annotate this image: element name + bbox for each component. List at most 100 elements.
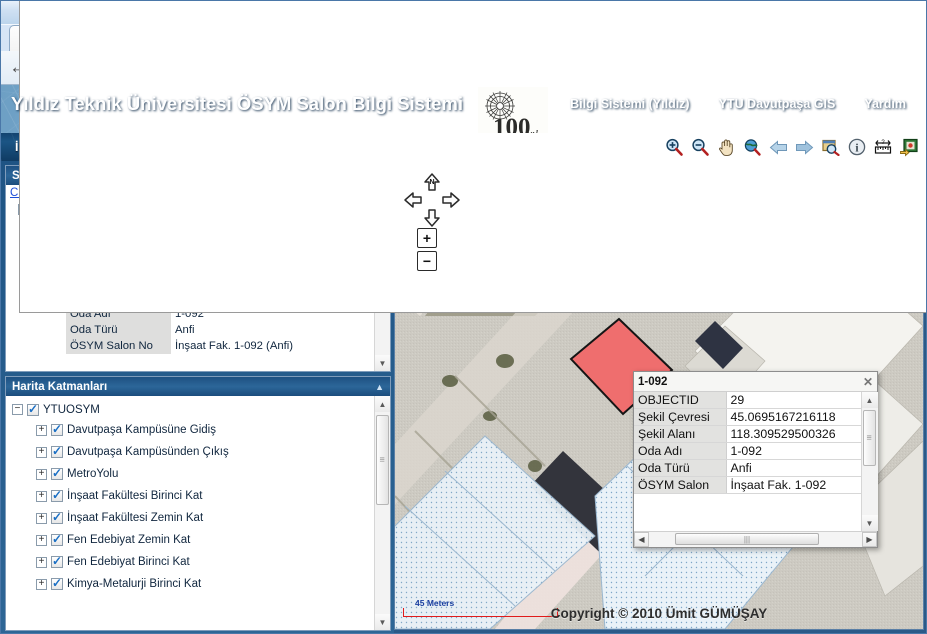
layer-checkbox[interactable]: [51, 422, 63, 436]
expander-icon[interactable]: +: [36, 512, 47, 524]
popup-body: OBJECTID 29 Şekil Çevresi 45.06951672161…: [634, 391, 878, 531]
layer-checkbox[interactable]: [51, 510, 63, 524]
close-icon[interactable]: ✕: [863, 375, 873, 389]
nav-link-yardim[interactable]: Yardım: [850, 97, 920, 111]
popup-header: 1-092 ✕: [634, 372, 877, 391]
layer-item-fen-edebiyat-zemin-kat[interactable]: + Fen Edebiyat Zemin Kat: [6, 529, 374, 551]
identify-tool[interactable]: i: [845, 136, 868, 158]
layer-checkbox[interactable]: [51, 444, 63, 458]
expander-icon[interactable]: +: [36, 556, 47, 568]
scroll-down-arrow-icon[interactable]: ▼: [861, 515, 878, 531]
layers-tree: − YTUOSYM + Davutpaşa Kampüsüne Gidiş: [6, 396, 374, 595]
scroll-right-arrow-icon[interactable]: ▶: [862, 532, 877, 547]
scroll-down-arrow-icon[interactable]: ▼: [374, 614, 390, 630]
scroll-up-arrow-icon[interactable]: ▲: [374, 396, 390, 412]
tree-node-label: Kimya-Metalurji Birinci Kat: [67, 578, 202, 590]
attribute-value: 118.309529500326: [726, 425, 861, 443]
svg-text:N: N: [429, 179, 434, 186]
feature-info-popup[interactable]: 1-092 ✕ OBJECTID 29 Şekil Çevresi 45.069…: [633, 371, 878, 548]
map-zoom-in-button[interactable]: +: [417, 228, 437, 248]
previous-extent-tool[interactable]: [767, 136, 790, 158]
tree-node-label: Fen Edebiyat Birinci Kat: [67, 556, 190, 568]
table-row: ÖSYM Salon İnşaat Fak. 1-092: [634, 476, 861, 494]
expander-icon[interactable]: +: [36, 468, 47, 480]
attribute-value: 29: [726, 392, 861, 409]
table-row: Oda Türü Anfi: [634, 459, 861, 477]
layers-panel-title: Harita Katmanları: [12, 380, 108, 393]
scrollbar-track[interactable]: [861, 408, 878, 515]
expander-icon[interactable]: +: [36, 578, 47, 590]
page-title: Yıldız Teknik Üniversitesi ÖSYM Salon Bi…: [11, 93, 464, 114]
layer-item-fen-edebiyat-birinci-kat[interactable]: + Fen Edebiyat Birinci Kat: [6, 551, 374, 573]
zoom-to-selection-tool[interactable]: [819, 136, 842, 158]
popup-vertical-scrollbar[interactable]: ▲ ▼: [861, 392, 878, 531]
pan-controls[interactable]: N: [403, 172, 461, 228]
scrollbar-thumb[interactable]: |||: [674, 533, 820, 545]
table-row: Şekil Alanı 118.309529500326: [634, 425, 861, 443]
tree-node-label: İnşaat Fakültesi Birinci Kat: [67, 490, 203, 502]
scrollbar-thumb[interactable]: [862, 410, 876, 466]
scrollbar-track[interactable]: |||: [649, 532, 862, 547]
tree-node-label: Fen Edebiyat Zemin Kat: [67, 534, 191, 546]
table-row: ÖSYM Salon No İnşaat Fak. 1-092 (Anfi): [66, 338, 371, 354]
layers-panel-body: − YTUOSYM + Davutpaşa Kampüsüne Gidiş: [6, 396, 390, 630]
next-extent-tool[interactable]: [793, 136, 816, 158]
collapse-icon[interactable]: ▲: [375, 382, 384, 392]
nav-link-bilgi-sistemi[interactable]: Bilgi Sistemi (Yıldız): [556, 97, 703, 111]
layer-checkbox[interactable]: [51, 488, 63, 502]
nav-link-davutpasa-gis[interactable]: YTU Davutpaşa GIS: [705, 97, 850, 111]
expander-icon[interactable]: +: [36, 424, 47, 436]
attribute-value: 1-092: [726, 442, 861, 460]
attribute-key: Oda Adı: [634, 442, 727, 460]
popup-horizontal-scrollbar[interactable]: ◀ ||| ▶: [634, 532, 877, 548]
pan-west-arrow: [404, 192, 422, 208]
attribute-key: ÖSYM Salon: [634, 476, 727, 494]
scrollbar-track[interactable]: [374, 412, 390, 614]
layer-checkbox[interactable]: [51, 576, 63, 590]
layer-item-davutpasa-cikis[interactable]: + Davutpaşa Kampüsünden Çıkış: [6, 441, 374, 463]
map-toolbar: i ?: [663, 136, 926, 158]
map-zoom-controls[interactable]: + −: [417, 228, 437, 274]
scroll-up-arrow-icon[interactable]: ▲: [861, 392, 878, 408]
pan-tool[interactable]: [715, 136, 738, 158]
attribute-value: İnşaat Fak. 1-092: [726, 476, 861, 494]
scroll-left-arrow-icon[interactable]: ◀: [634, 532, 649, 547]
expander-icon[interactable]: +: [36, 490, 47, 502]
attribute-key: ÖSYM Salon No: [66, 338, 171, 354]
attribute-key: Oda Türü: [66, 322, 171, 338]
layer-item-davutpasa-gidis[interactable]: + Davutpaşa Kampüsüne Gidiş: [6, 419, 374, 441]
table-row: Şekil Çevresi 45.0695167216118: [634, 408, 861, 426]
zoom-out-tool[interactable]: [689, 136, 712, 158]
tree-node-label: Davutpaşa Kampüsüne Gidiş: [67, 424, 216, 436]
scroll-down-arrow-icon[interactable]: ▼: [374, 355, 390, 371]
layers-panel: Harita Katmanları ▲ − YTUOSYM: [5, 376, 391, 631]
layer-checkbox[interactable]: [51, 466, 63, 480]
layer-item-kimya-metalurji-birinci-kat[interactable]: + Kimya-Metalurji Birinci Kat: [6, 573, 374, 595]
layers-panel-header[interactable]: Harita Katmanları ▲: [6, 377, 390, 396]
popup-footer: ◀ ||| ▶: [634, 531, 877, 547]
full-extent-tool[interactable]: [741, 136, 764, 158]
layer-item-insaat-zemin-kat[interactable]: + İnşaat Fakültesi Zemin Kat: [6, 507, 374, 529]
layer-item-metroyolu[interactable]: + MetroYolu: [6, 463, 374, 485]
layer-checkbox[interactable]: [51, 554, 63, 568]
table-row: OBJECTID 29: [634, 392, 861, 409]
layer-checkbox[interactable]: [51, 532, 63, 546]
measure-tool[interactable]: ?: [871, 136, 894, 158]
expander-icon[interactable]: +: [36, 446, 47, 458]
svg-text:yıl: yıl: [526, 128, 538, 133]
university-100th-year-logo: 100 yıl: [478, 87, 548, 133]
export-image-tool[interactable]: [897, 136, 920, 158]
tree-node-label: Davutpaşa Kampüsünden Çıkış: [67, 446, 229, 458]
scrollbar-thumb[interactable]: [375, 415, 389, 505]
zoom-in-tool[interactable]: [663, 136, 686, 158]
layers-vertical-scrollbar[interactable]: ▲ ▼: [374, 396, 390, 630]
pan-south-arrow: [424, 209, 440, 227]
browser-tab-ytuosym[interactable]: 193.255.118.246/YTUOSYM ✕: [9, 1, 926, 313]
expander-icon[interactable]: −: [12, 404, 23, 415]
layer-tree-root[interactable]: − YTUOSYM: [6, 400, 374, 419]
map-zoom-out-button[interactable]: −: [417, 251, 437, 271]
attribute-value: Anfi: [171, 322, 371, 338]
layer-item-insaat-birinci-kat[interactable]: + İnşaat Fakültesi Birinci Kat: [6, 485, 374, 507]
expander-icon[interactable]: +: [36, 534, 47, 546]
layer-checkbox[interactable]: [27, 402, 39, 416]
